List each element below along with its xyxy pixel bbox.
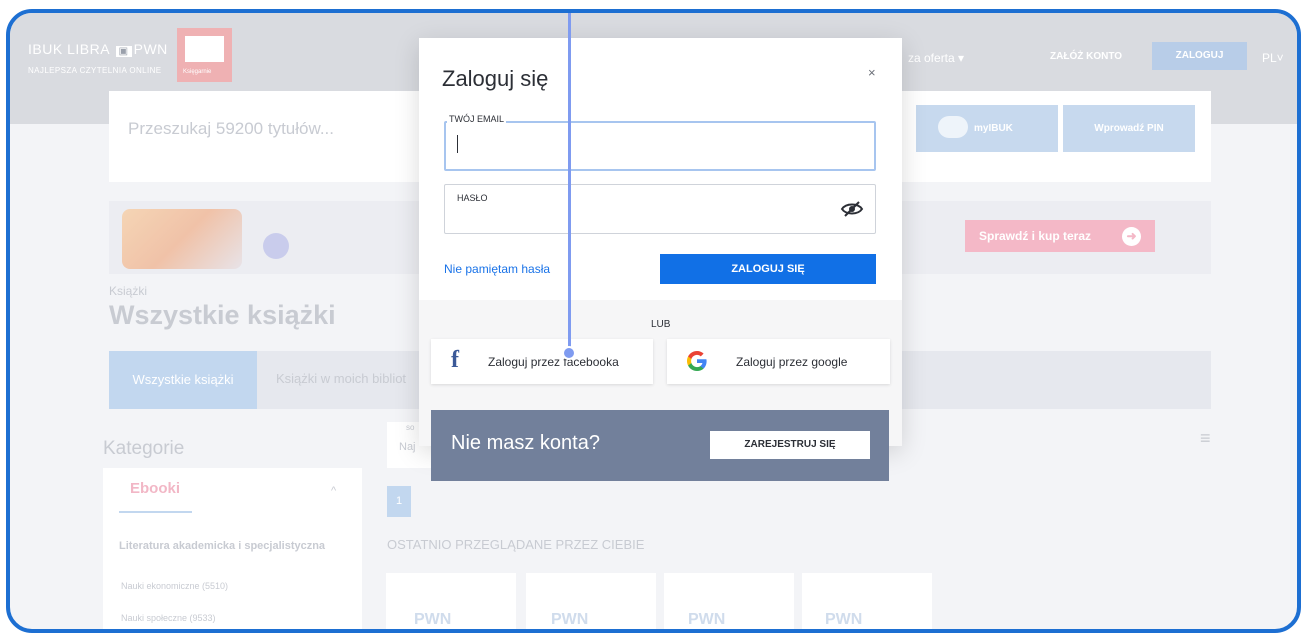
page-title: Wszystkie książki xyxy=(109,300,336,330)
facebook-login-button[interactable]: f Zaloguj przez facebooka xyxy=(431,339,653,384)
screenshot-frame: IBUK LIBRA ▣ PWN NAJLEPSZA CZYTELNIA ONLI… xyxy=(6,9,1301,633)
ebooki-tab[interactable]: Ebooki xyxy=(130,480,180,497)
bookstore-logo[interactable]: Księgarnie xyxy=(177,28,232,82)
arrow-right-icon: ➜ xyxy=(1122,227,1141,246)
text-cursor xyxy=(457,135,458,153)
logo-tagline: NAJLEPSZA CZYTELNIA ONLINE xyxy=(28,66,162,75)
ibuk-logo[interactable]: IBUK LIBRA ▣ PWN xyxy=(28,41,168,57)
bookstore-logo-icon xyxy=(185,36,224,62)
register-button[interactable]: ZAREJESTRUJ SIĘ xyxy=(710,431,870,459)
or-separator: LUB xyxy=(651,319,671,330)
categories-title: Kategorie xyxy=(103,438,185,459)
breadcrumb[interactable]: Książki xyxy=(109,284,147,298)
modal-title: Zaloguj się xyxy=(442,66,549,91)
myibuk-button[interactable]: myIBUK xyxy=(916,105,1058,152)
tab-all-books[interactable]: Wszystkie książki xyxy=(109,351,257,409)
pwn-thumb-logo: PWN xyxy=(551,611,589,628)
password-label: HASŁO xyxy=(457,193,488,203)
eye-slash-icon[interactable] xyxy=(840,201,864,217)
sort-value: Naj xyxy=(399,441,416,453)
category-item[interactable]: Nauki społeczne (9533) xyxy=(121,613,216,623)
email-label: TWÓJ EMAIL xyxy=(447,114,507,124)
chevron-up-icon[interactable]: ^ xyxy=(331,485,336,497)
pagination-page[interactable]: 1 xyxy=(387,486,411,517)
annotation-pointer-line xyxy=(568,13,571,350)
tab-library-books[interactable]: Książki w moich bibliot xyxy=(276,371,406,386)
category-heading[interactable]: Literatura akademicka i specjalistyczna xyxy=(119,540,325,552)
sort-label: so xyxy=(406,423,415,432)
login-modal: Zaloguj się × TWÓJ EMAIL HASŁO Nie pamię… xyxy=(419,38,902,481)
email-field[interactable] xyxy=(444,121,876,171)
password-field[interactable] xyxy=(444,184,876,234)
register-panel: Nie masz konta? ZAREJESTRUJ SIĘ xyxy=(431,410,889,481)
banner-dot xyxy=(263,233,289,259)
category-item[interactable]: Nauki ekonomiczne (5510) xyxy=(121,581,228,591)
banner-cta-button[interactable]: Sprawdź i kup teraz ➜ xyxy=(965,220,1155,252)
annotation-pointer-dot xyxy=(562,346,576,360)
nav-register-link[interactable]: ZAŁÓŻ KONTO xyxy=(1050,51,1122,62)
ebooki-underline xyxy=(119,511,192,513)
pwn-logo-icon: ▣ xyxy=(115,46,132,57)
enter-pin-button[interactable]: Wprowadź PIN xyxy=(1063,105,1195,152)
nav-offer-menu[interactable]: za oferta ▾ xyxy=(908,51,964,65)
forgot-password-link[interactable]: Nie pamiętam hasła xyxy=(444,262,550,276)
facebook-icon: f xyxy=(451,347,459,373)
pwn-thumb-logo: PWN xyxy=(688,611,726,628)
nav-login-button[interactable]: ZALOGUJ xyxy=(1152,42,1247,70)
google-login-button[interactable]: Zaloguj przez google xyxy=(667,339,890,384)
language-selector[interactable]: PL˅ xyxy=(1262,51,1284,65)
google-icon xyxy=(687,351,707,371)
list-view-icon[interactable]: ≡ xyxy=(1200,428,1211,449)
close-icon[interactable]: × xyxy=(868,65,876,80)
pwn-thumb-logo: PWN xyxy=(825,611,863,628)
banner-image xyxy=(122,209,242,269)
cloud-icon xyxy=(938,116,968,138)
recently-viewed-title: OSTATNIO PRZEGLĄDANE PRZEZ CIEBIE xyxy=(387,537,645,552)
search-input[interactable]: Przeszukaj 59200 tytułów... xyxy=(128,119,334,139)
no-account-text: Nie masz konta? xyxy=(451,432,600,454)
login-submit-button[interactable]: ZALOGUJ SIĘ xyxy=(660,254,876,284)
pwn-thumb-logo: PWN xyxy=(414,611,452,628)
